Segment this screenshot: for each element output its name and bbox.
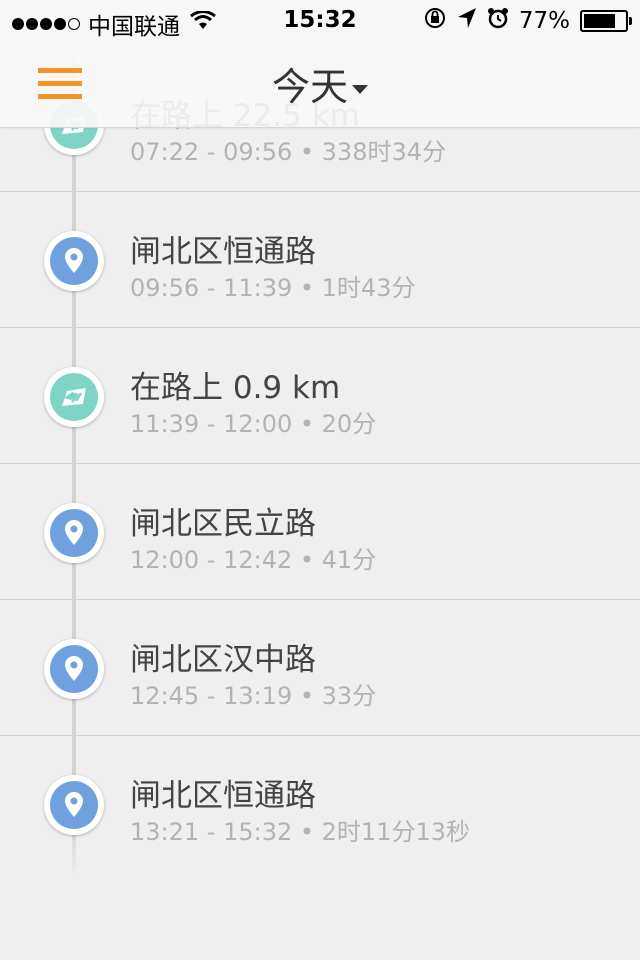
timeline-item-subtitle: 12:45 - 13:19 • 33分: [130, 682, 377, 710]
page-title: 今天: [271, 65, 348, 109]
timeline-item[interactable]: 在路上 0.9 km 11:39 - 12:00 • 20分: [0, 328, 640, 464]
timeline-item-title: 闸北区恒通路: [130, 778, 316, 814]
location-arrow-icon: [457, 7, 477, 35]
road-icon: [44, 367, 104, 427]
status-bar: 中国联通 15:32 77%: [0, 0, 640, 40]
timeline-list: 在路上 22.5 km 07:22 - 09:56 • 338时34分 闸北区恒…: [0, 56, 640, 876]
timeline-item[interactable]: 闸北区汉中路 12:45 - 13:19 • 33分: [0, 600, 640, 736]
timeline-item-subtitle: 13:21 - 15:32 • 2时11分13秒: [130, 818, 471, 846]
map-pin-icon: [44, 775, 104, 835]
timeline-item-title: 在路上 0.9 km: [130, 370, 341, 406]
caret-down-icon: [352, 85, 368, 94]
timeline-item[interactable]: 闸北区民立路 12:00 - 12:42 • 41分: [0, 464, 640, 600]
timeline-item-title: 闸北区民立路: [130, 506, 316, 542]
timeline-item-title: 闸北区恒通路: [130, 234, 316, 270]
timeline-item-subtitle: 07:22 - 09:56 • 338时34分: [130, 138, 447, 166]
battery-icon: [580, 10, 632, 32]
timeline-item[interactable]: 闸北区恒通路 13:21 - 15:32 • 2时11分13秒: [0, 736, 640, 872]
map-pin-icon: [44, 639, 104, 699]
status-right: 77%: [423, 6, 632, 36]
timeline-item-subtitle: 12:00 - 12:42 • 41分: [130, 546, 377, 574]
rotation-lock-icon: [423, 6, 447, 36]
timeline-item-subtitle: 11:39 - 12:00 • 20分: [130, 410, 377, 438]
timeline-item-subtitle: 09:56 - 11:39 • 1时43分: [130, 274, 416, 302]
timeline-item[interactable]: 闸北区恒通路 09:56 - 11:39 • 1时43分: [0, 192, 640, 328]
alarm-icon: [487, 7, 509, 35]
battery-percent: 77%: [518, 8, 570, 34]
timeline-item-title: 闸北区汉中路: [130, 642, 316, 678]
map-pin-icon: [44, 231, 104, 291]
map-pin-icon: [44, 503, 104, 563]
nav-bar: 今天: [0, 40, 640, 128]
day-selector[interactable]: 今天: [0, 56, 640, 111]
